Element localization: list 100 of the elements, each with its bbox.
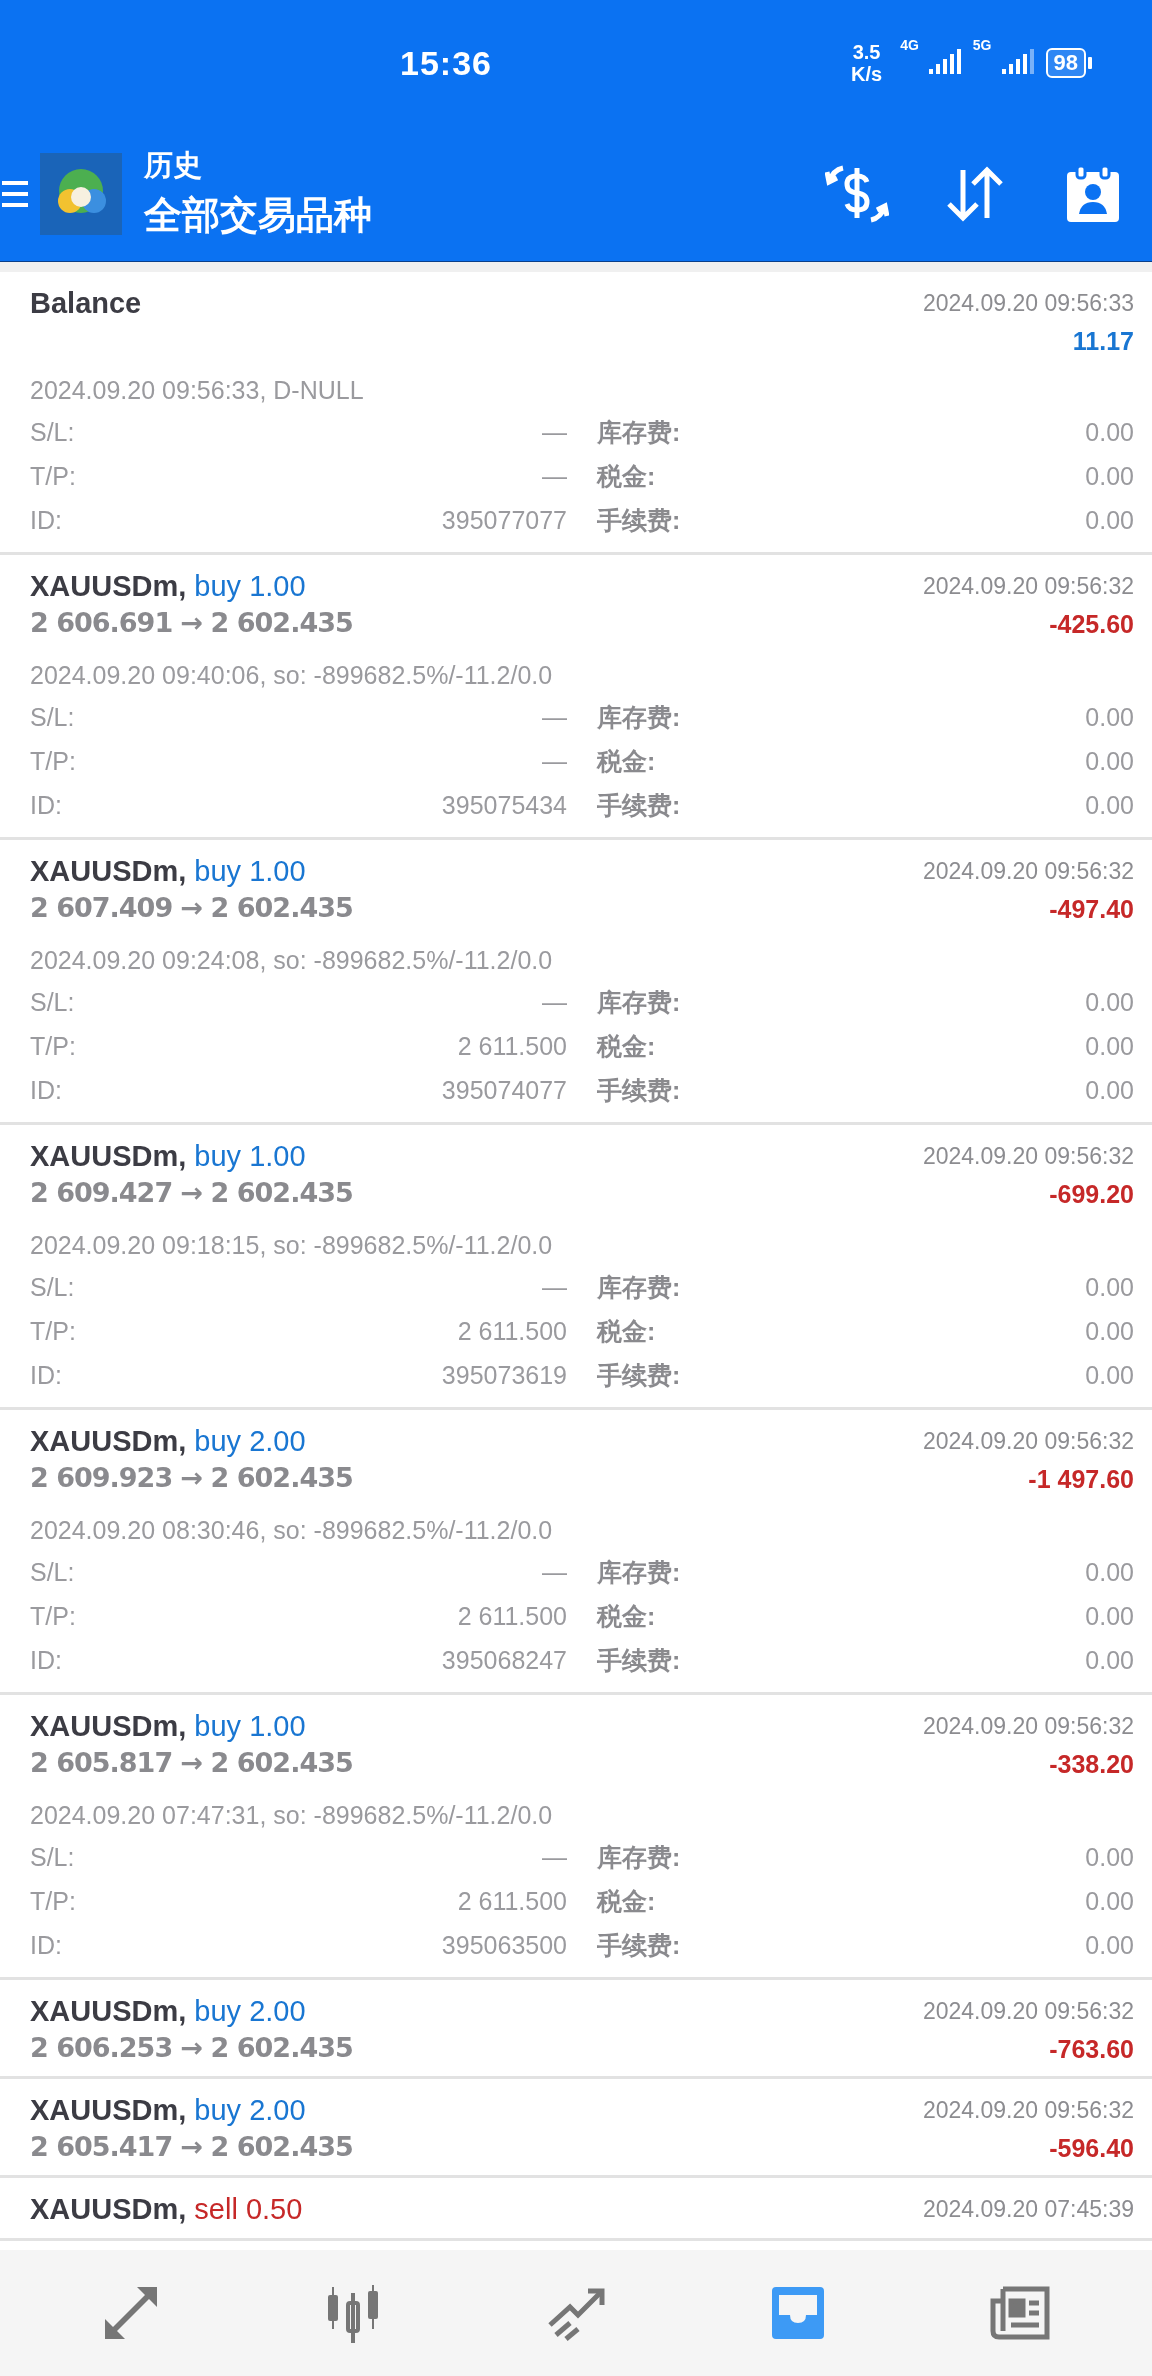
field-value: 0.00: [1085, 1886, 1134, 1916]
deal-comment: 2024.09.20 09:56:33, D-NULL: [30, 375, 365, 406]
field-label: 税金:: [597, 460, 656, 492]
field-label: 手续费:: [597, 504, 681, 536]
field-value: 0.00: [1085, 1272, 1134, 1302]
order-side: buy 1.00: [194, 1139, 306, 1173]
field-label: S/L:: [30, 987, 75, 1017]
network-type: 4G: [900, 37, 919, 53]
field-value: 2 611.500: [457, 1601, 567, 1631]
field-label: 手续费:: [597, 1644, 681, 1676]
screen-title: 历史: [144, 148, 203, 183]
order-side: buy 1.00: [194, 854, 306, 888]
deal-title: XAUUSDm,: [30, 2192, 187, 2226]
field-label: S/L:: [30, 1557, 75, 1587]
deal-comment: 2024.09.20 07:47:31, so: -899682.5%/-11.2/0.0: [30, 1800, 554, 1831]
profit-value: -763.60: [1049, 2035, 1134, 2064]
field-label: 手续费:: [597, 1929, 681, 1961]
field-value: —: [542, 1557, 567, 1587]
deal-time: 2024.09.20 09:56:32: [922, 573, 1134, 600]
field-value: 0.00: [1085, 505, 1134, 535]
field-label: ID:: [30, 1360, 62, 1390]
field-value: —: [542, 746, 567, 776]
field-label: 库存费:: [597, 986, 681, 1018]
field-label: ID:: [30, 1930, 62, 1960]
field-value: 0.00: [1085, 746, 1134, 776]
deal-comment: 2024.09.20 09:40:06, so: -899682.5%/-11.2/0.0: [30, 660, 554, 691]
field-label: ID:: [30, 790, 62, 820]
profit-value: -699.20: [1049, 1180, 1134, 1209]
field-label: 库存费:: [597, 1556, 681, 1588]
deal-time: 2024.09.20 09:56:32: [922, 1713, 1134, 1740]
deal-card[interactable]: XAUUSDm, buy 2.00 2 609.923 → 2 602.435 2024.09.20 09:56:32 -1 497.60 2024.09.20 08:30:46, so: -899682.5%/-11.2/0.0 S/L: — 库存费: 0.00 T/P: 2 611.500 税金: 0.00 ID: 395068247 手续费: 0.00: [0, 1410, 1152, 1695]
field-value: 0.00: [1085, 1601, 1134, 1631]
order-side: buy 2.00: [194, 1994, 306, 2028]
profit-value: -1 497.60: [1028, 1465, 1134, 1494]
field-label: T/P:: [30, 1031, 76, 1061]
field-label: T/P:: [30, 1886, 76, 1916]
field-value: 0.00: [1085, 1930, 1134, 1960]
price-range: 2 609.923 → 2 602.435: [30, 1461, 353, 1495]
price-range: 2 606.691 → 2 602.435: [30, 606, 353, 640]
app-logo-icon: [40, 152, 122, 235]
field-value: 0.00: [1085, 702, 1134, 732]
deal-card[interactable]: XAUUSDm, buy 1.00 2 605.817 → 2 602.435 2024.09.20 09:56:32 -338.20 2024.09.20 07:47:31, so: -899682.5%/-11.2/0.0 S/L: — 库存费: 0.00 T/P: 2 611.500 税金: 0.00 ID: 395063500 手续费: 0.00: [0, 1695, 1152, 1980]
deal-title: XAUUSDm,: [30, 2093, 187, 2127]
profit-value: -338.20: [1049, 1750, 1134, 1779]
field-label: 税金:: [597, 1030, 656, 1062]
field-value: 0.00: [1085, 1360, 1134, 1390]
field-value: 0.00: [1085, 790, 1134, 820]
network-speed: 3.5 K/s: [851, 41, 883, 85]
deal-comment: 2024.09.20 09:24:08, so: -899682.5%/-11.2/0.0: [30, 945, 554, 976]
field-label: 税金:: [597, 1315, 656, 1347]
field-value: —: [542, 417, 567, 447]
deal-title: XAUUSDm,: [30, 854, 187, 888]
field-label: 库存费:: [597, 701, 681, 733]
deal-time: 2024.09.20 09:56:33: [922, 290, 1134, 317]
deal-time: 2024.09.20 09:56:32: [922, 2097, 1134, 2124]
deal-card[interactable]: XAUUSDm, buy 1.00 2 606.691 → 2 602.435 2024.09.20 09:56:32 -425.60 2024.09.20 09:40:06, so: -899682.5%/-11.2/0.0 S/L: — 库存费: 0.00 T/P: — 税金: 0.00 ID: 395075434 手续费: 0.00: [0, 555, 1152, 840]
order-side: buy 1.00: [194, 1709, 306, 1743]
field-value: 0.00: [1085, 461, 1134, 491]
deal-title: XAUUSDm,: [30, 1424, 187, 1458]
price-range: 2 605.417 → 2 602.435: [30, 2130, 353, 2164]
field-value: 0.00: [1085, 417, 1134, 447]
field-value: 395063500: [441, 1930, 567, 1960]
field-value: —: [542, 461, 567, 491]
deal-card[interactable]: Balance 2024.09.20 09:56:33 11.17 2024.09.20 09:56:33, D-NULL S/L: — 库存费: 0.00 T/P: — 税金: 0.00 ID: 395077077 手续费: 0.00: [0, 272, 1152, 555]
field-value: 395075434: [441, 790, 567, 820]
field-label: S/L:: [30, 417, 75, 447]
field-value: 395073619: [441, 1360, 567, 1390]
battery-level: 98: [1045, 48, 1086, 78]
field-label: T/P:: [30, 1601, 76, 1631]
profit-value: -425.60: [1049, 610, 1134, 639]
deal-title: XAUUSDm,: [30, 1139, 187, 1173]
deal-time: 2024.09.20 09:56:32: [922, 1143, 1134, 1170]
field-value: 0.00: [1085, 987, 1134, 1017]
deal-card[interactable]: XAUUSDm, buy 1.00 2 609.427 → 2 602.435 2024.09.20 09:56:32 -699.20 2024.09.20 09:18:15, so: -899682.5%/-11.2/0.0 S/L: — 库存费: 0.00 T/P: 2 611.500 税金: 0.00 ID: 395073619 手续费: 0.00: [0, 1125, 1152, 1410]
field-label: ID:: [30, 1075, 62, 1105]
field-label: 库存费:: [597, 1841, 681, 1873]
field-label: 手续费:: [597, 789, 681, 821]
deal-card[interactable]: XAUUSDm, buy 2.00 2 605.417 → 2 602.435 2024.09.20 09:56:32 -596.40: [0, 2079, 1152, 2178]
deal-card[interactable]: XAUUSDm, sell 0.50 2024.09.20 07:45:39: [0, 2178, 1152, 2241]
network-type: 5G: [972, 37, 992, 53]
field-label: S/L:: [30, 702, 75, 732]
field-label: 库存费:: [597, 1271, 681, 1303]
field-value: 395077077: [441, 505, 567, 535]
order-side: buy 1.00: [194, 569, 306, 603]
field-label: S/L:: [30, 1842, 75, 1872]
field-label: ID:: [30, 505, 62, 535]
deal-card[interactable]: XAUUSDm, buy 2.00 2 606.253 → 2 602.435 2024.09.20 09:56:32 -763.60: [0, 1980, 1152, 2079]
price-range: 2 609.427 → 2 602.435: [30, 1176, 353, 1210]
profit-value: -497.40: [1049, 895, 1134, 924]
deal-card[interactable]: XAUUSDm, buy 1.00 2 607.409 → 2 602.435 2024.09.20 09:56:32 -497.40 2024.09.20 09:24:08, so: -899682.5%/-11.2/0.0 S/L: — 库存费: 0.00 T/P: 2 611.500 税金: 0.00 ID: 395074077 手续费: 0.00: [0, 840, 1152, 1125]
field-value: —: [542, 702, 567, 732]
battery-cap: [1088, 57, 1092, 69]
field-value: 0.00: [1085, 1031, 1134, 1061]
symbol-filter: 全部交易品种: [144, 193, 372, 238]
field-value: 395074077: [441, 1075, 567, 1105]
field-value: —: [542, 1842, 567, 1872]
price-range: 2 605.817 → 2 602.435: [30, 1746, 353, 1780]
deal-time: 2024.09.20 07:45:39: [922, 2196, 1134, 2223]
field-value: 0.00: [1085, 1842, 1134, 1872]
field-label: T/P:: [30, 1316, 76, 1346]
